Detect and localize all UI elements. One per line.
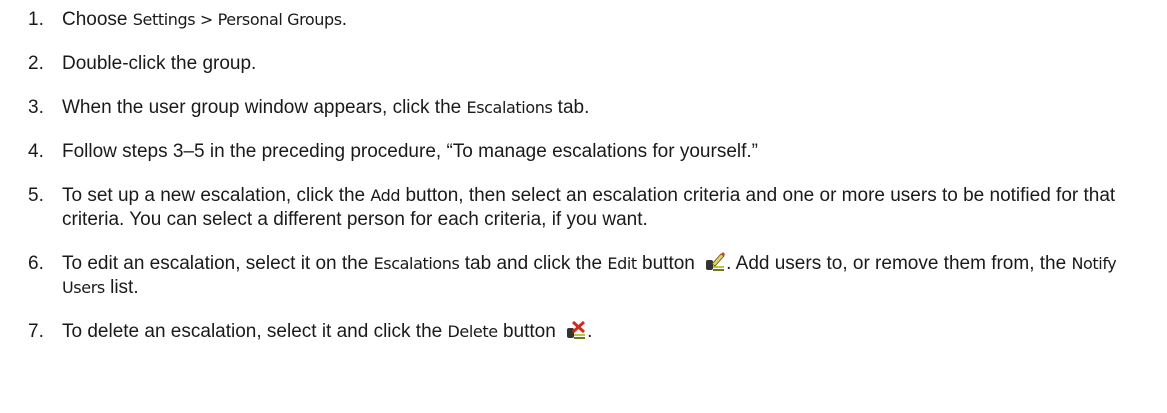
step-4: 4. Follow steps 3–5 in the preceding pro…: [28, 140, 1158, 164]
text-run: tab and click the: [459, 253, 608, 274]
ui-term: Settings > Personal Groups: [132, 10, 342, 29]
step-text: Follow steps 3–5 in the preceding proced…: [62, 140, 1158, 164]
text-run: Choose: [62, 9, 133, 30]
step-number: 7.: [28, 321, 44, 342]
text-run: To delete an escalation, select it and c…: [62, 321, 448, 342]
procedure-steps: 1. Choose Settings > Personal Groups. 2.…: [28, 8, 1158, 364]
step-number: 5.: [28, 185, 44, 206]
step-number: 4.: [28, 141, 44, 162]
step-number: 6.: [28, 253, 44, 274]
step-2: 2. Double-click the group.: [28, 52, 1158, 76]
ui-term: Escalations: [373, 254, 460, 273]
step-number: 3.: [28, 97, 44, 118]
step-text: To edit an escalation, select it on the …: [62, 252, 1158, 300]
step-text: When the user group window appears, clic…: [62, 96, 1158, 120]
text-run: To set up a new escalation, click the: [62, 185, 371, 206]
text-run: Follow steps 3–5 in the preceding proced…: [62, 141, 758, 162]
step-7: 7. To delete an escalation, select it an…: [28, 320, 1158, 344]
step-6: 6. To edit an escalation, select it on t…: [28, 252, 1158, 300]
step-3: 3. When the user group window appears, c…: [28, 96, 1158, 120]
ui-term: Add: [370, 186, 401, 205]
ui-term: Escalations: [466, 98, 553, 117]
edit-icon: [706, 252, 726, 271]
step-number: 2.: [28, 53, 44, 74]
step-text: To delete an escalation, select it and c…: [62, 320, 1158, 344]
text-run: Double-click the group.: [62, 53, 257, 74]
text-run: When the user group window appears, clic…: [62, 97, 467, 118]
text-run: . Add users to, or remove them from, the: [726, 253, 1072, 274]
text-run: .: [341, 9, 348, 30]
step-1: 1. Choose Settings > Personal Groups.: [28, 8, 1158, 32]
step-5: 5. To set up a new escalation, click the…: [28, 184, 1158, 232]
step-text: Double-click the group.: [62, 52, 1158, 76]
ui-term: Edit: [607, 254, 637, 273]
text-run: list.: [104, 277, 139, 298]
text-run: button: [497, 321, 562, 342]
delete-icon: [567, 320, 586, 339]
text-run: To edit an escalation, select it on the: [62, 253, 374, 274]
text-run: tab.: [552, 97, 590, 118]
step-text: To set up a new escalation, click the Ad…: [62, 184, 1158, 232]
ui-term: Delete: [447, 322, 499, 341]
text-run: .: [587, 321, 593, 342]
text-run: button: [636, 253, 701, 274]
step-number: 1.: [28, 9, 44, 30]
step-text: Choose Settings > Personal Groups.: [62, 8, 1158, 32]
